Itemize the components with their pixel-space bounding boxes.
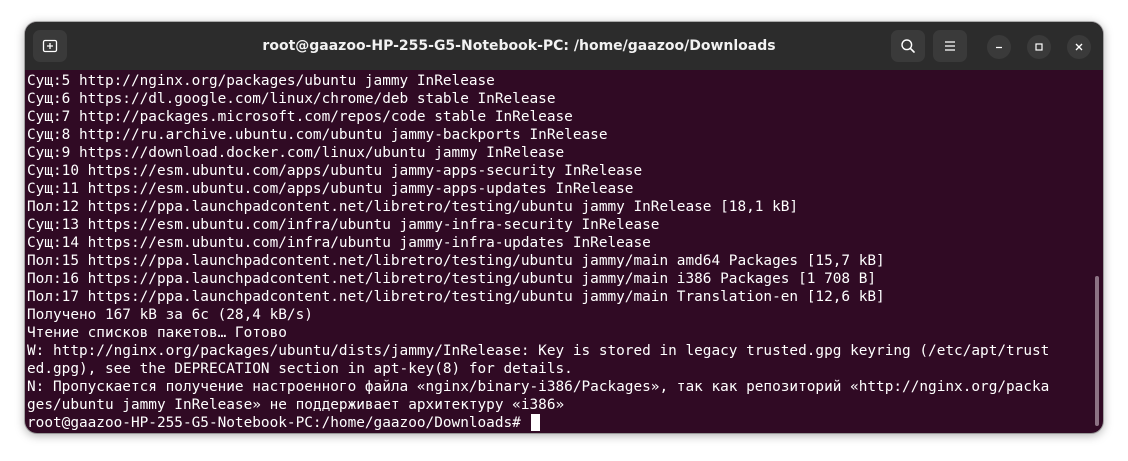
terminal-line: Сущ:9 https://download.docker.com/linux/… — [27, 145, 565, 161]
maximize-icon — [1035, 43, 1043, 51]
terminal-line: Пол:12 https://ppa.launchpadcontent.net/… — [27, 199, 799, 215]
close-button[interactable] — [1067, 35, 1091, 59]
terminal-line: Сущ:13 https://esm.ubuntu.com/infra/ubun… — [27, 217, 660, 233]
scrollbar[interactable] — [1095, 276, 1099, 426]
terminal-output[interactable]: Сущ:5 http://nginx.org/packages/ubuntu j… — [25, 70, 1103, 433]
terminal-line: N: Пропускается получение настроенного ф… — [27, 379, 1050, 395]
new-tab-button[interactable] — [33, 30, 67, 62]
terminal-line: Сущ:8 http://ru.archive.ubuntu.com/ubunt… — [27, 127, 608, 143]
minimize-icon — [996, 46, 1002, 49]
search-icon — [901, 39, 915, 53]
maximize-button[interactable] — [1027, 35, 1051, 59]
menu-button[interactable] — [933, 30, 967, 62]
terminal-line: ges/ubuntu jammy InRelease» не поддержив… — [27, 397, 565, 413]
prompt-line[interactable]: root@gaazoo-HP-255-G5-Notebook-PC:/home/… — [27, 414, 1103, 432]
title-bar[interactable]: root@gaazoo-HP-255-G5-Notebook-PC: /home… — [25, 22, 1103, 70]
terminal-line: Чтение списков пакетов… Готово — [27, 325, 287, 341]
terminal-line: Сущ:6 https://dl.google.com/linux/chrome… — [27, 91, 556, 107]
terminal-line: Сущ:10 https://esm.ubuntu.com/apps/ubunt… — [27, 163, 643, 179]
search-button[interactable] — [891, 30, 925, 62]
terminal-line: Сущ:14 https://esm.ubuntu.com/infra/ubun… — [27, 235, 651, 251]
terminal-line: Пол:15 https://ppa.launchpadcontent.net/… — [27, 253, 885, 269]
close-icon — [1075, 43, 1083, 51]
terminal-line: Пол:17 https://ppa.launchpadcontent.net/… — [27, 289, 885, 305]
hamburger-menu-icon — [945, 41, 955, 51]
shell-prompt: root@gaazoo-HP-255-G5-Notebook-PC:/home/… — [27, 415, 530, 431]
minimize-button[interactable] — [987, 35, 1011, 59]
terminal-line: Сущ:7 http://packages.microsoft.com/repo… — [27, 109, 573, 125]
terminal-line: W: http://nginx.org/packages/ubuntu/dist… — [27, 343, 1050, 359]
text-cursor — [530, 414, 540, 431]
terminal-window: root@gaazoo-HP-255-G5-Notebook-PC: /home… — [25, 22, 1103, 433]
terminal-line: ed.gpg), see the DEPRECATION section in … — [27, 361, 573, 377]
terminal-line: Пол:16 https://ppa.launchpadcontent.net/… — [27, 271, 877, 287]
terminal-line: Сущ:5 http://nginx.org/packages/ubuntu j… — [27, 73, 495, 89]
terminal-line: Получено 167 kB за 6с (28,4 kB/s) — [27, 307, 313, 323]
window-title: root@gaazoo-HP-255-G5-Notebook-PC: /home… — [262, 38, 776, 54]
new-tab-icon — [42, 39, 58, 53]
terminal-line: Сущ:11 https://esm.ubuntu.com/apps/ubunt… — [27, 181, 634, 197]
